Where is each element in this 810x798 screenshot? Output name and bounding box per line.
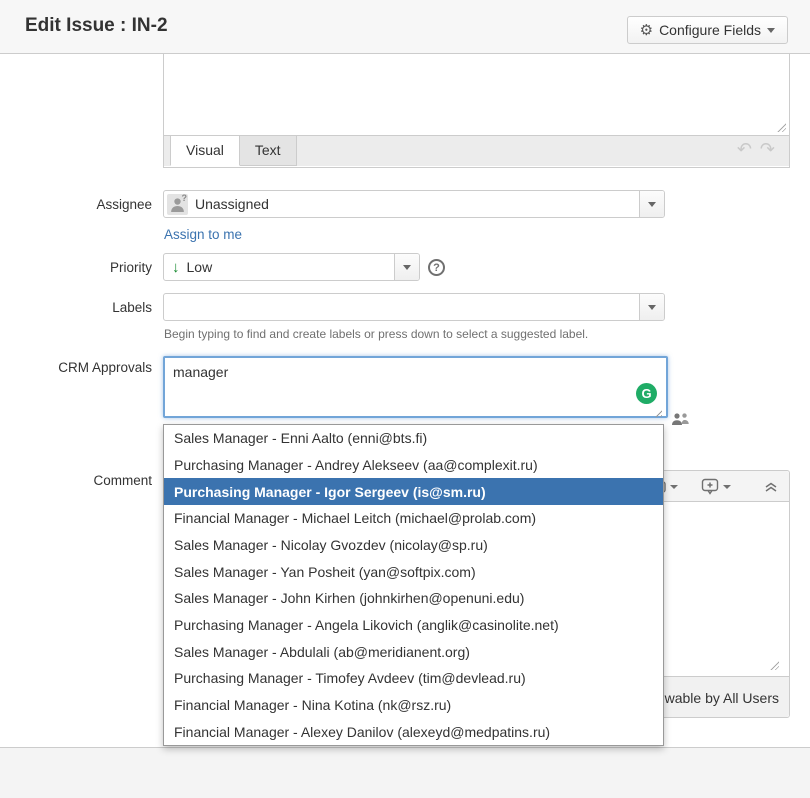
suggestion-item[interactable]: Purchasing Manager - Igor Sergeev (is@sm… [164,478,663,505]
assignee-select[interactable]: ? Unassigned [163,190,665,218]
priority-select[interactable]: ↓ Low [163,253,420,281]
comment-visibility-button[interactable]: Viewable by All Users [645,677,779,718]
edit-issue-dialog: Edit Issue : IN-2 ⚙ Configure Fields Vis… [0,0,810,798]
undo-redo-group: ↶ ↷ [737,139,775,160]
chevron-down-icon[interactable] [723,471,731,502]
user-group-icon[interactable] [671,412,690,433]
suggestion-item[interactable]: Sales Manager - Abdulali (ab@meridianent… [164,638,663,665]
tab-text[interactable]: Text [240,136,297,166]
chevron-down-icon [767,28,775,33]
assignee-label: Assignee [0,197,152,212]
assignee-dropdown-button[interactable] [639,191,664,217]
unknown-user-avatar: ? [167,194,188,215]
editor-tab-strip: Visual Text ↶ ↷ [164,135,789,166]
gear-icon: ⚙ [640,23,653,38]
assignee-value: Unassigned [195,196,639,212]
tab-visual[interactable]: Visual [170,136,240,166]
comment-label: Comment [0,473,152,488]
help-icon[interactable]: ? [428,259,445,276]
assign-to-me-link[interactable]: Assign to me [164,227,242,242]
priority-label: Priority [0,260,152,275]
labels-dropdown-button[interactable] [639,294,664,320]
suggestion-item[interactable]: Sales Manager - John Kirhen (johnkirhen@… [164,585,663,612]
chevron-down-icon [648,202,656,207]
dialog-footer: Update Cancel [0,747,810,798]
labels-hint: Begin typing to find and create labels o… [164,327,588,341]
resize-handle-icon[interactable] [769,660,779,670]
dialog-header: Edit Issue : IN-2 ⚙ Configure Fields [0,0,810,54]
crm-approvals-input[interactable]: manager [163,356,668,418]
configure-fields-label: Configure Fields [659,22,761,38]
priority-low-icon: ↓ [172,259,180,276]
undo-icon[interactable]: ↶ [737,139,752,160]
priority-value: Low [187,259,395,275]
add-macro-icon[interactable] [701,471,719,502]
suggestion-item[interactable]: Financial Manager - Nina Kotina (nk@rsz.… [164,692,663,719]
suggestion-item[interactable]: Sales Manager - Yan Posheit (yan@softpix… [164,558,663,585]
suggestion-item[interactable]: Sales Manager - Nicolay Gvozdev (nicolay… [164,532,663,559]
suggestion-item[interactable]: Sales Manager - Enni Aalto (enni@bts.fi) [164,425,663,452]
chevron-down-icon [403,265,411,270]
description-editor: Visual Text ↶ ↷ [163,54,790,168]
configure-fields-button[interactable]: ⚙ Configure Fields [627,16,788,44]
labels-field [163,293,665,321]
suggestion-item[interactable]: Purchasing Manager - Timofey Avdeev (tim… [164,665,663,692]
suggestion-item[interactable]: Purchasing Manager - Angela Likovich (an… [164,612,663,639]
crm-suggestions-dropdown: Sales Manager - Enni Aalto (enni@bts.fi)… [163,424,664,746]
chevron-down-icon [648,305,656,310]
redo-icon[interactable]: ↷ [760,139,775,160]
labels-label: Labels [0,300,152,315]
labels-input[interactable] [171,299,639,315]
suggestion-item[interactable]: Financial Manager - Alexey Danilov (alex… [164,718,663,745]
dialog-title: Edit Issue : IN-2 [25,15,168,37]
chevron-down-icon[interactable] [670,471,678,502]
collapse-toolbar-icon[interactable] [764,471,778,502]
grammarly-icon[interactable]: G [636,383,657,404]
description-editor-area[interactable] [164,54,789,135]
crm-approvals-label: CRM Approvals [0,360,152,375]
suggestion-item[interactable]: Financial Manager - Michael Leitch (mich… [164,505,663,532]
resize-handle-icon[interactable] [776,122,786,132]
priority-dropdown-button[interactable] [394,254,419,280]
suggestion-item[interactable]: Purchasing Manager - Andrey Alekseev (aa… [164,452,663,479]
